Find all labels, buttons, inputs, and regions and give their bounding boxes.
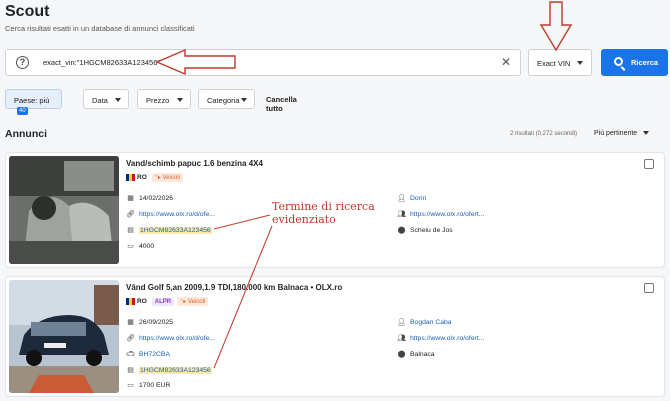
search-button-label: Ricerca bbox=[631, 58, 659, 67]
clear-filters-button[interactable]: Cancella tutto bbox=[266, 95, 297, 113]
alpr-badge: ALPR bbox=[151, 297, 175, 306]
calendar-icon: ▦ bbox=[127, 319, 134, 326]
id-card-icon: ▤ bbox=[127, 227, 134, 234]
category-badge: ⁺▸ Veicoli bbox=[151, 173, 183, 182]
map-pin-icon: ⬤ bbox=[397, 227, 406, 234]
flag-ro-icon bbox=[126, 298, 135, 305]
link-icon: 🔗︎ bbox=[126, 335, 135, 342]
filter-country-label: Paese: più bbox=[14, 96, 50, 105]
id-card-icon: ▤ bbox=[127, 367, 134, 374]
search-mode-select[interactable]: Exact VIN bbox=[528, 49, 592, 76]
search-icon bbox=[614, 57, 623, 66]
listing-photo[interactable] bbox=[9, 280, 119, 393]
calendar-icon: ▦ bbox=[127, 195, 134, 202]
down-arrow-icon bbox=[539, 1, 573, 52]
category-badge: ⁺▸ Veicoli bbox=[177, 297, 209, 306]
country-code: RO bbox=[137, 298, 147, 305]
chevron-down-icon bbox=[577, 61, 583, 65]
page-subtitle: Cerca risultati esatti in un database di… bbox=[5, 24, 195, 33]
listing-photo[interactable] bbox=[9, 156, 119, 264]
filter-date[interactable]: Data bbox=[83, 89, 129, 109]
chevron-down-icon bbox=[177, 98, 183, 102]
flag-ro-icon bbox=[126, 174, 135, 181]
country-code: RO bbox=[137, 174, 147, 181]
page-title: Scout bbox=[5, 3, 50, 20]
seller-profile-url[interactable]: 👥︎ https://www.olx.ro/ofert... bbox=[397, 334, 484, 342]
filter-price[interactable]: Prezzo bbox=[137, 89, 191, 109]
annotation-text: Termine di ricerca evidenziato bbox=[272, 200, 375, 226]
seller-profile-url[interactable]: 👥︎ https://www.olx.ro/ofert... bbox=[397, 210, 484, 218]
money-icon: ▭ bbox=[127, 382, 134, 389]
chevron-down-icon bbox=[643, 131, 650, 136]
search-query-text[interactable]: exact_vin:"1HGCM82633A123456" bbox=[43, 58, 160, 67]
select-checkbox[interactable] bbox=[644, 283, 654, 293]
link-icon: 🔗︎ bbox=[126, 211, 135, 218]
close-icon[interactable]: ✕ bbox=[501, 55, 511, 69]
listing-url[interactable]: 🔗︎ https://www.olx.ro/d/ofe... bbox=[126, 210, 215, 218]
sort-label: Più pertinente bbox=[594, 130, 638, 137]
help-icon[interactable]: ? bbox=[16, 56, 29, 69]
user-icon: 👤︎ bbox=[397, 319, 406, 326]
listing-location: ⬤ Balnaca bbox=[397, 351, 435, 358]
filter-country-count: 40 bbox=[17, 107, 28, 115]
user-icon: 👤︎ bbox=[397, 195, 406, 202]
filter-date-label: Data bbox=[92, 96, 108, 105]
map-pin-icon: ⬤ bbox=[397, 351, 406, 358]
filter-category[interactable]: Categoria bbox=[198, 89, 255, 109]
listing-vin: ▤ 1HGCM82633A123456 bbox=[126, 226, 212, 234]
annotation-line-2: evidenziato bbox=[272, 213, 336, 226]
annotation-line-1: Termine di ricerca bbox=[272, 200, 375, 213]
listing-url[interactable]: 🔗︎ https://www.olx.ro/d/ofe... bbox=[126, 334, 215, 342]
listing-date: ▦ 26/09/2025 bbox=[127, 319, 174, 326]
chevron-down-icon bbox=[115, 98, 121, 102]
listing-title[interactable]: Vand/schimb papuc 1.6 benzina 4X4 bbox=[126, 159, 263, 168]
listing-price: ▭ 4000 bbox=[127, 243, 155, 250]
search-input[interactable]: ? exact_vin:"1HGCM82633A123456" ✕ bbox=[5, 49, 521, 76]
vin-highlight: 1HGCM82633A123456 bbox=[139, 367, 212, 374]
search-button[interactable]: Ricerca bbox=[601, 49, 668, 76]
listing-vin: ▤ 1HGCM82633A123456 bbox=[126, 366, 212, 374]
section-title: Annunci bbox=[5, 128, 47, 140]
chevron-down-icon bbox=[241, 98, 247, 102]
select-checkbox[interactable] bbox=[644, 159, 654, 169]
seller-name[interactable]: 👤︎ Dorin bbox=[397, 194, 426, 202]
listing-date: ▦ 14/02/2026 bbox=[127, 195, 174, 202]
car-icon: 🚗︎ bbox=[126, 351, 135, 358]
filter-price-label: Prezzo bbox=[146, 96, 170, 105]
seller-name[interactable]: 👤︎ Bogdan Caba bbox=[397, 318, 452, 326]
money-icon: ▭ bbox=[127, 243, 134, 250]
vin-highlight: 1HGCM82633A123456 bbox=[139, 227, 212, 234]
filter-country[interactable]: Paese: più 40 bbox=[5, 89, 62, 115]
users-icon: 👥︎ bbox=[397, 335, 406, 342]
listing-card[interactable]: Vând Golf 5,an 2009,1.9 TDI,180.000 km B… bbox=[5, 276, 665, 397]
listing-tags: RO ⁺▸ Veicoli bbox=[126, 173, 186, 184]
results-meta: 2 risultati (0.272 secondi) bbox=[510, 131, 578, 137]
listing-price: ▭ 1700 EUR bbox=[127, 382, 171, 389]
users-icon: 👥︎ bbox=[397, 211, 406, 218]
listing-location: ⬤ Scheiu de Jos bbox=[397, 227, 453, 234]
sort-select[interactable]: Più pertinente bbox=[594, 130, 650, 137]
listing-tags: RO ALPR ⁺▸ Veicoli bbox=[126, 297, 211, 308]
filter-category-label: Categoria bbox=[207, 96, 240, 105]
listing-plate[interactable]: 🚗︎ BH72CBA bbox=[126, 350, 170, 358]
listing-title[interactable]: Vând Golf 5,an 2009,1.9 TDI,180.000 km B… bbox=[126, 283, 342, 292]
search-mode-label: Exact VIN bbox=[537, 59, 571, 68]
